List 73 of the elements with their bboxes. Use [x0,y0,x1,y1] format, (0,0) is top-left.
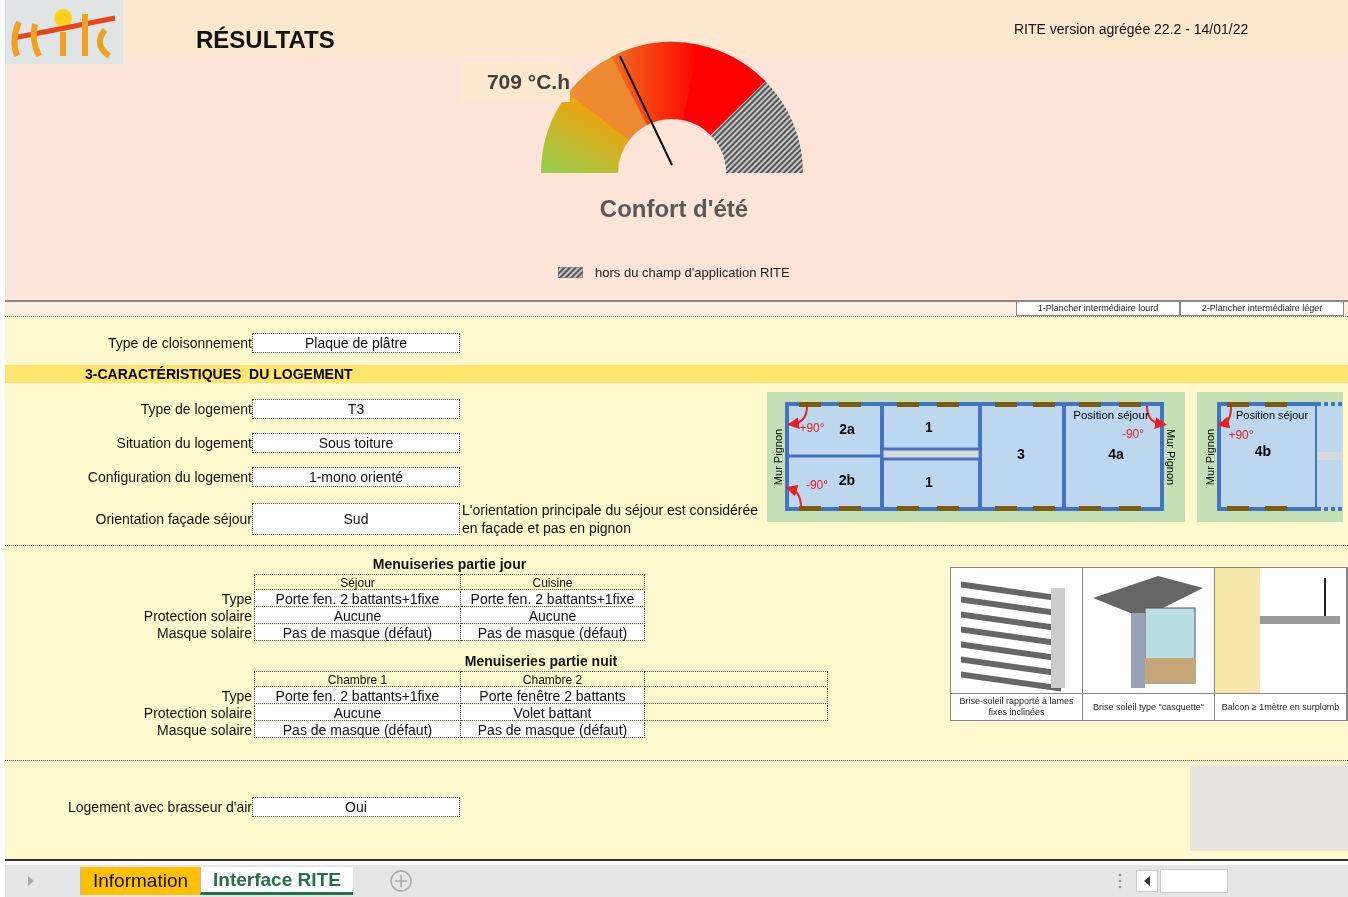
table-cell: Aucune [254,704,461,721]
room-label: 3 [1017,446,1025,462]
row-label: Protection solaire [142,607,252,624]
page-title: RÉSULTATS [195,25,336,55]
field-label: Type de logement [139,401,252,417]
angle-label: +90° [799,421,825,435]
rotation-arrow [785,485,802,509]
wall-label: Mur Pignon [772,428,784,486]
row-label: Type [220,590,252,607]
field-label: Orientation façade séjour [94,511,252,527]
row-label: Type [220,687,252,704]
table-cell: Pas de masque (défaut) [254,624,461,641]
illustration-caption: Brise-soleil rapporté à lames fixes inclinées [951,693,1082,720]
add-sheet-icon[interactable] [388,869,413,893]
table-cell: Porte fen. 2 battants+1fixe [254,590,461,607]
column-header: Chambre 2 [461,670,645,687]
illustration-caption: Brise soleil type "casquette" [1083,693,1214,720]
position-label: Position séjour [1073,409,1149,421]
illustration-caption: Balcon ≥ 1mètre en surplomb [1215,693,1346,720]
more-icon[interactable] [1118,873,1122,889]
table-cell: Porte fen. 2 battants+1fixe [254,687,461,704]
angle-label: +90° [1228,428,1254,442]
table-cell: Aucune [461,607,645,624]
field-label: Logement avec brasseur d'air [67,799,252,815]
table-cell: Pas de masque (défaut) [254,721,461,738]
table-cell: Porte fenêtre 2 battants [461,687,645,704]
field-label: Type de cloisonnement [107,335,252,351]
gauge-title: Confort d'été [598,195,750,223]
field-label: Situation du logement [115,435,252,451]
wall-label: Mur Pignon [1204,428,1216,486]
hatch-icon [558,267,583,278]
gauge-reading: 709 °C.h [460,62,570,102]
room-label: 4b [1254,443,1272,459]
angle-label: -90° [1121,427,1145,441]
table-cell: Pas de masque (défaut) [461,624,645,641]
value-field[interactable]: Sud [252,503,460,535]
value-field[interactable]: 1-mono orienté [252,467,460,487]
row-label: Masque solaire [156,721,252,738]
column-header: Cuisine [461,573,645,590]
position-label: Position séjour [1235,409,1309,421]
room-label: 1 [925,474,933,490]
room-label: 2a [839,421,855,437]
logo-icon [5,0,123,64]
table-cell: Volet battant [461,704,645,721]
row-label: Protection solaire [142,704,252,721]
room-label: 4a [1108,446,1124,462]
note-text: L'orientation principale du séjour est considérée en façade et pas en pignon [462,501,760,537]
value-field[interactable]: T3 [252,399,460,419]
floor-option: 1-Plancher intermédiaire lourd [1016,302,1180,316]
scrollbar-thumb[interactable] [1160,869,1228,893]
row-label: Masque solaire [156,624,252,641]
room-label: 1 [925,419,933,435]
value-field[interactable]: Sous toiture [252,433,460,453]
sheet-tab[interactable]: Interface RITE [200,867,353,895]
table-title: Menuiseries partie nuit [463,653,619,670]
section-header: 3-CARACTÉRISTIQUES DU LOGEMENT [5,365,1348,383]
legend-text: hors du champ d'application RITE [595,265,790,280]
angle-label: -90° [805,478,829,492]
version-text: RITE version agrégée 22.2 - 14/01/22 [1013,20,1250,39]
wall-label: Mur Pignon [1165,428,1177,486]
table-cell: Aucune [254,607,461,624]
value-field[interactable]: Oui [252,797,460,817]
column-header: Chambre 1 [254,670,461,687]
sheet-tab[interactable]: Information [80,867,201,895]
rotation-arrow [1217,405,1232,428]
column-header: Séjour [254,573,461,590]
table-title: Menuiseries partie jour [371,556,528,573]
floor-option: 2-Plancher intermédiaire léger [1180,302,1344,316]
table-cell: Pas de masque (défaut) [461,721,645,738]
value-field[interactable]: Plaque de plâtre [252,333,460,353]
field-label: Configuration du logement [86,469,252,485]
table-cell: Porte fen. 2 battants+1fixe [461,590,645,607]
room-label: 2b [838,472,856,488]
